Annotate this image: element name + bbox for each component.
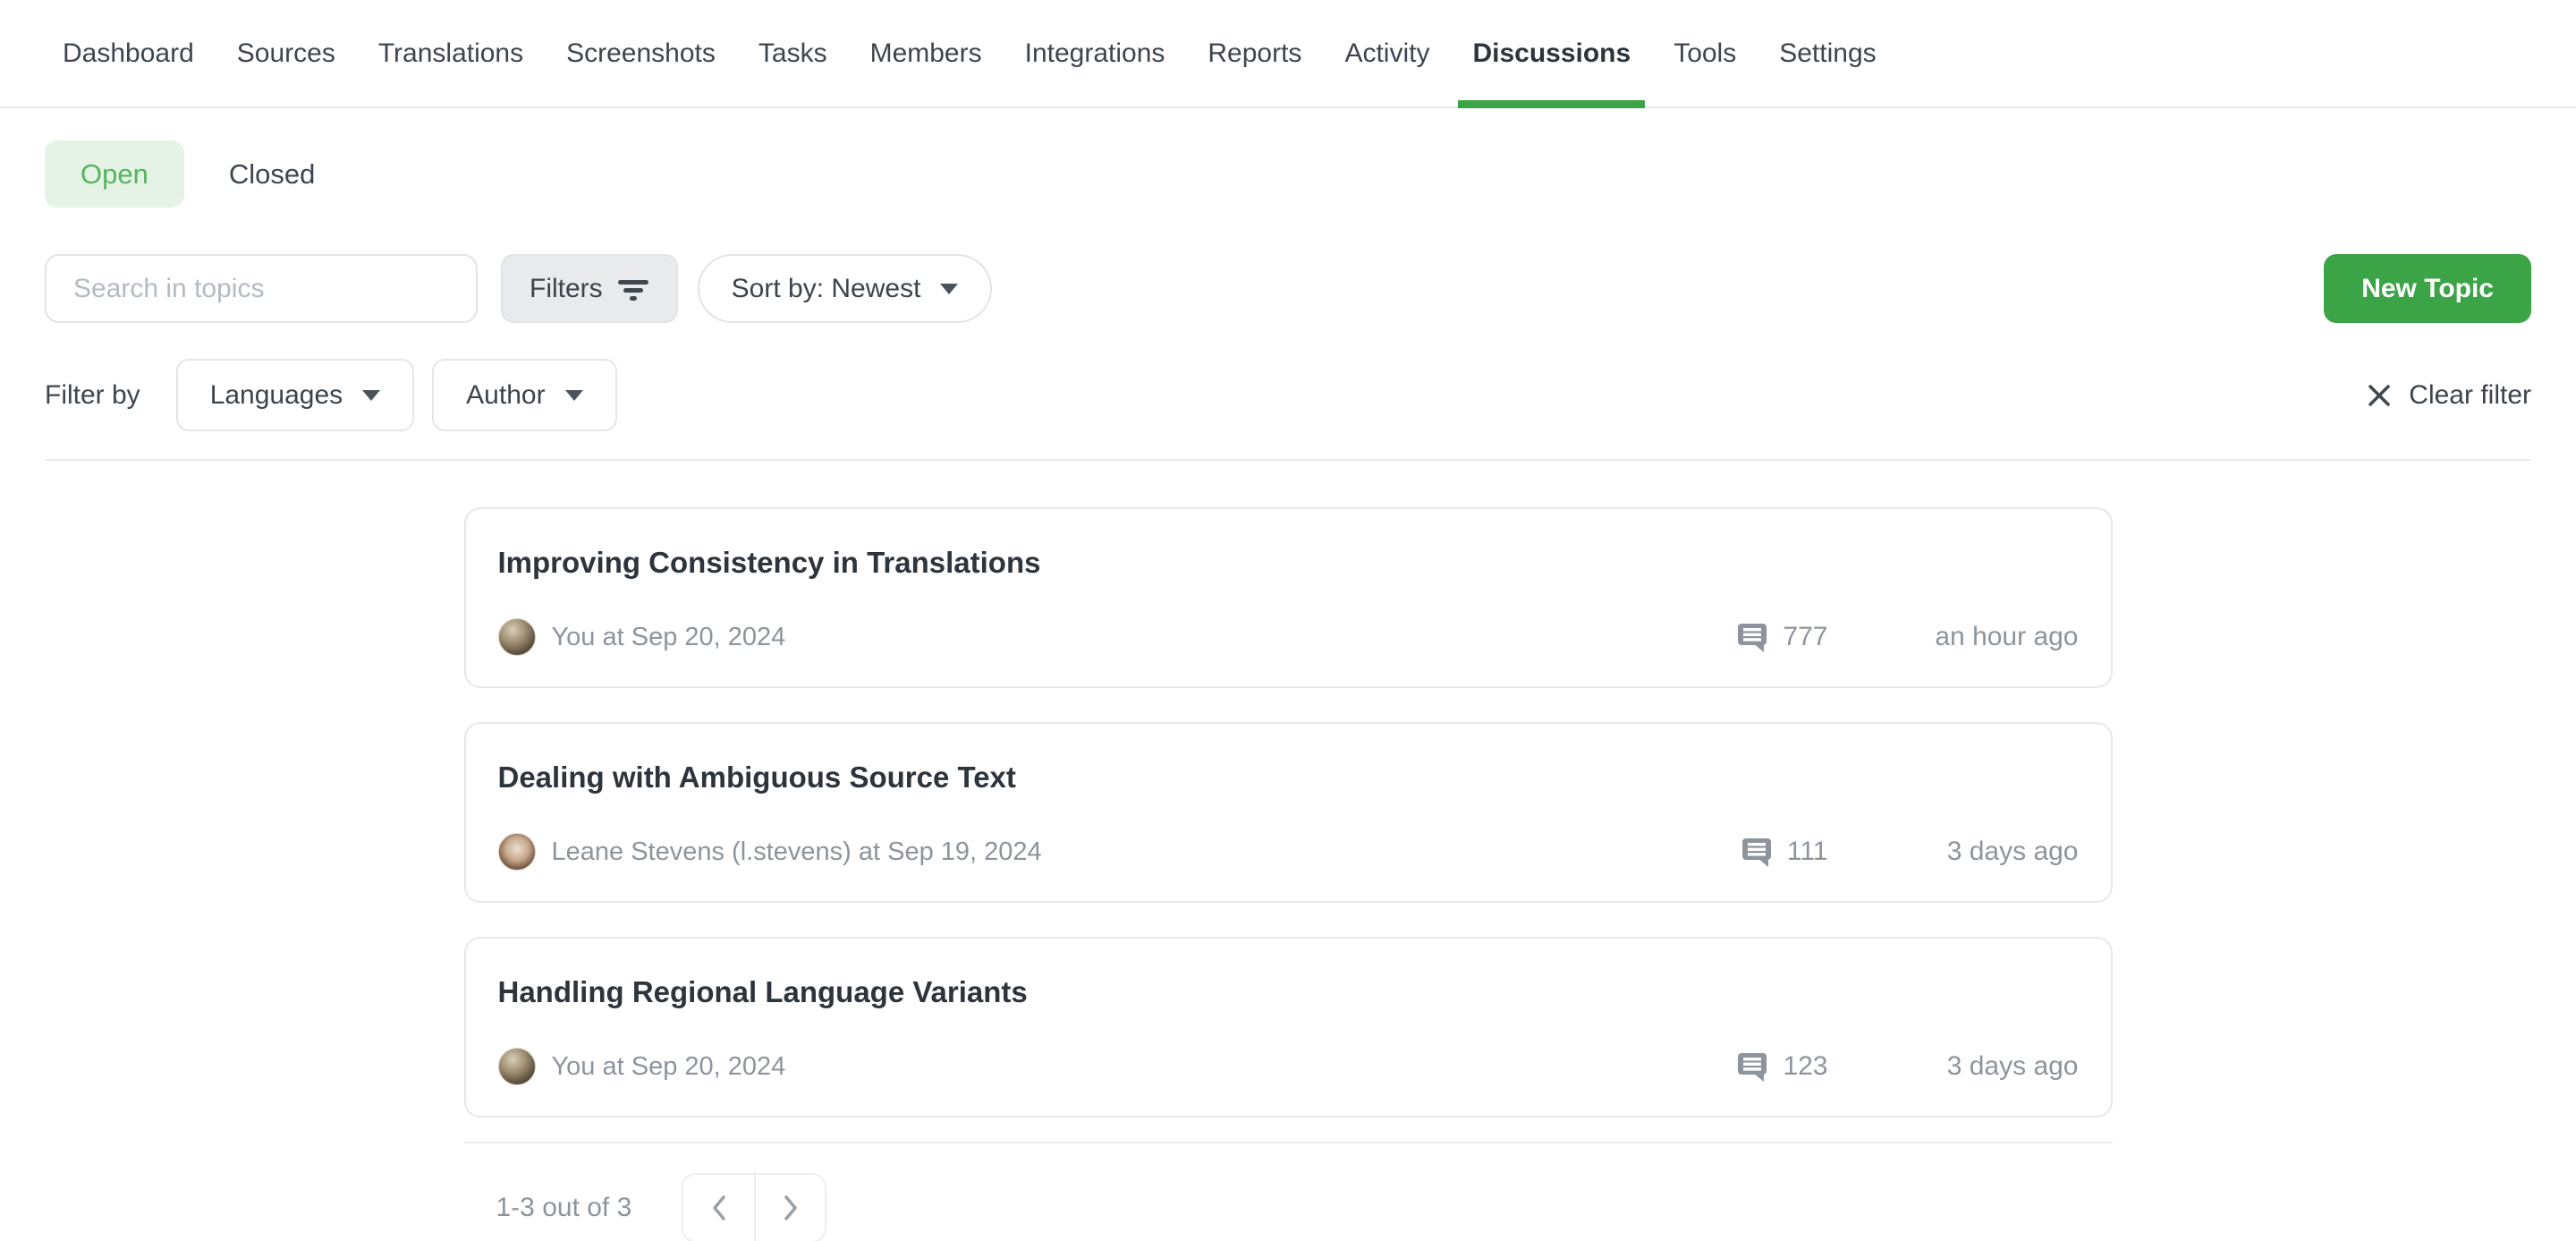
chevron-down-icon <box>362 390 380 401</box>
chevron-left-icon <box>711 1194 727 1221</box>
nav-item-discussions[interactable]: Discussions <box>1472 0 1631 106</box>
languages-dropdown[interactable]: Languages <box>176 359 414 431</box>
nav-item-tasks[interactable]: Tasks <box>758 0 827 106</box>
nav-item-translations[interactable]: Translations <box>378 0 523 106</box>
topic-card[interactable]: Improving Consistency in Translations Yo… <box>464 507 2113 688</box>
comment-count-group: 111 <box>1741 836 1828 868</box>
pagination-summary: 1-3 out of 3 <box>496 1193 632 1223</box>
nav-item-screenshots[interactable]: Screenshots <box>566 0 716 106</box>
comment-count-group: 777 <box>1736 621 1827 653</box>
topic-last-activity: an hour ago <box>1828 622 2079 652</box>
topic-last-activity: 3 days ago <box>1828 837 2079 867</box>
topic-meta: Leane Stevens (l.stevens) at Sep 19, 202… <box>498 833 2079 871</box>
tab-open[interactable]: Open <box>45 140 184 208</box>
topics-list: Improving Consistency in Translations Yo… <box>464 507 2113 1143</box>
topic-author: You at Sep 20, 2024 <box>552 1052 786 1082</box>
author-dropdown-label: Author <box>466 380 545 411</box>
comment-count-group: 123 <box>1736 1050 1827 1083</box>
comment-icon <box>1736 621 1768 653</box>
nav-item-label: Discussions <box>1472 38 1631 69</box>
nav-item-dashboard[interactable]: Dashboard <box>63 0 194 106</box>
filter-by-label: Filter by <box>45 380 140 411</box>
previous-page-button[interactable] <box>683 1175 754 1241</box>
topic-meta: You at Sep 20, 2024 777 an hour ago <box>498 618 2079 656</box>
topic-meta: You at Sep 20, 2024 123 3 days ago <box>498 1048 2079 1085</box>
pagination: 1-3 out of 3 <box>464 1173 2113 1241</box>
active-tab-underline <box>1458 100 1645 108</box>
filter-lines-icon <box>617 276 649 302</box>
chevron-down-icon <box>565 390 583 401</box>
clear-filter-button[interactable]: Clear filter <box>2366 380 2531 411</box>
avatar <box>498 833 536 871</box>
nav-item-integrations[interactable]: Integrations <box>1025 0 1165 106</box>
nav-item-tools[interactable]: Tools <box>1674 0 1736 106</box>
topic-author: You at Sep 20, 2024 <box>552 623 786 652</box>
comment-count: 111 <box>1787 837 1828 867</box>
topic-last-activity: 3 days ago <box>1828 1051 2079 1082</box>
topic-card[interactable]: Handling Regional Language Variants You … <box>464 937 2113 1118</box>
filter-divider <box>45 459 2531 461</box>
pager-controls <box>682 1173 826 1241</box>
status-tabs: Open Closed <box>45 140 2531 208</box>
next-page-button[interactable] <box>754 1175 825 1241</box>
nav-item-members[interactable]: Members <box>870 0 982 106</box>
topic-card[interactable]: Dealing with Ambiguous Source Text Leane… <box>464 722 2113 903</box>
nav-item-activity[interactable]: Activity <box>1344 0 1429 106</box>
avatar <box>498 618 536 656</box>
topic-title: Handling Regional Language Variants <box>498 973 2079 1012</box>
topic-author: Leane Stevens (l.stevens) at Sep 19, 202… <box>552 837 1042 867</box>
tab-closed[interactable]: Closed <box>202 140 343 208</box>
topic-title: Dealing with Ambiguous Source Text <box>498 758 2079 797</box>
nav-item-settings[interactable]: Settings <box>1779 0 1876 106</box>
comment-count: 123 <box>1783 1051 1827 1082</box>
close-icon <box>2366 382 2393 409</box>
filter-bar: Filter by Languages Author Clear filter <box>45 359 2531 431</box>
comment-icon <box>1736 1050 1768 1083</box>
comment-icon <box>1741 836 1773 868</box>
filters-button[interactable]: Filters <box>501 254 678 323</box>
chevron-right-icon <box>783 1194 799 1221</box>
nav-item-reports[interactable]: Reports <box>1208 0 1301 106</box>
topic-title: Improving Consistency in Translations <box>498 543 2079 582</box>
filters-button-label: Filters <box>530 274 603 304</box>
comment-count: 777 <box>1783 622 1827 652</box>
search-input[interactable] <box>45 254 478 323</box>
languages-dropdown-label: Languages <box>210 380 343 411</box>
topics-toolbar: Filters Sort by: Newest New Topic <box>45 254 2531 323</box>
nav-item-sources[interactable]: Sources <box>237 0 335 106</box>
discussions-page: Open Closed Filters Sort by: Newest New … <box>0 140 2576 1241</box>
top-navigation: Dashboard Sources Translations Screensho… <box>0 0 2576 108</box>
sort-dropdown[interactable]: Sort by: Newest <box>698 254 993 323</box>
chevron-down-icon <box>940 284 958 294</box>
new-topic-button[interactable]: New Topic <box>2324 254 2531 323</box>
author-dropdown[interactable]: Author <box>432 359 616 431</box>
sort-dropdown-label: Sort by: Newest <box>732 274 921 304</box>
clear-filter-label: Clear filter <box>2409 380 2531 411</box>
list-bottom-divider <box>464 1142 2113 1143</box>
avatar <box>498 1048 536 1085</box>
